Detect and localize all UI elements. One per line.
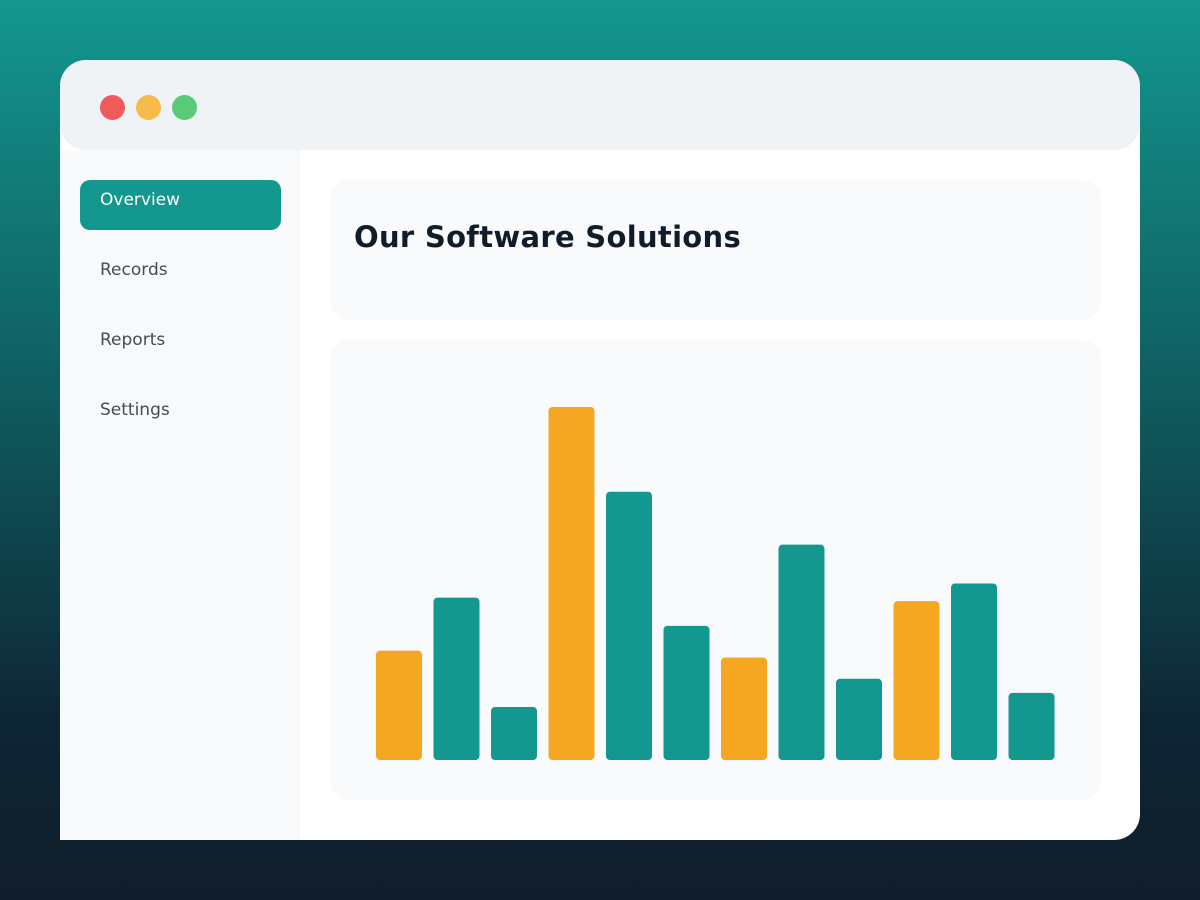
sidebar-item-records[interactable]: Records xyxy=(80,250,281,300)
chart-bar-11 xyxy=(951,583,997,760)
close-button[interactable] xyxy=(100,95,125,120)
sidebar-item-settings[interactable]: Settings xyxy=(80,390,281,440)
app-window: Overview Records Reports Settings Our So… xyxy=(60,60,1140,840)
chart-bar-2 xyxy=(433,597,480,760)
header-card: Our Software Solutions xyxy=(330,180,1101,320)
chart-bar-1 xyxy=(376,650,422,760)
minimize-button[interactable] xyxy=(136,95,161,120)
maximize-button[interactable] xyxy=(172,95,197,120)
sidebar: Overview Records Reports Settings xyxy=(60,150,300,840)
page-title: Our Software Solutions xyxy=(354,220,742,254)
chart-bar-6 xyxy=(663,625,710,760)
chart-bar-8 xyxy=(778,544,825,760)
chart-bar-12 xyxy=(1008,692,1055,760)
sidebar-item-overview[interactable]: Overview xyxy=(80,180,281,230)
chart-card xyxy=(330,340,1101,800)
chart-bar-5 xyxy=(606,491,652,760)
sidebar-item-reports[interactable]: Reports xyxy=(80,320,281,370)
bar-chart xyxy=(376,407,1055,760)
chart-bar-9 xyxy=(836,678,882,760)
chart-bar-10 xyxy=(893,601,940,760)
chart-bar-3 xyxy=(491,707,537,760)
chart-bar-4 xyxy=(548,407,595,760)
title-bar xyxy=(60,60,1140,150)
chart-bar-7 xyxy=(721,657,767,760)
